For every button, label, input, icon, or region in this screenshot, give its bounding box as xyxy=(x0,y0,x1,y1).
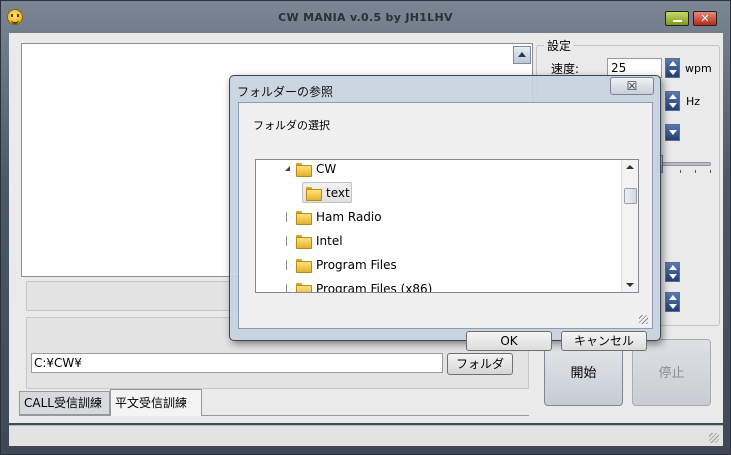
tree-scrollbar[interactable] xyxy=(621,160,638,292)
dialog-description: フォルダの選択 xyxy=(253,119,330,132)
window-title: CW MANIA v.0.5 by JH1LHV xyxy=(278,11,453,24)
scroll-up-icon[interactable] xyxy=(626,165,634,169)
dropdown-arrow-icon[interactable] xyxy=(665,124,680,141)
speed-unit-label: wpm xyxy=(685,62,712,75)
scroll-up-arrow-icon[interactable] xyxy=(513,46,531,64)
slider-tick xyxy=(710,170,711,173)
minimize-button[interactable] xyxy=(665,11,689,26)
main-window: CW MANIA v.0.5 by JH1LHV ✕ C:¥CW¥ フォルダ C… xyxy=(0,0,731,455)
tree-item-cw[interactable]: CW xyxy=(256,160,616,179)
folder-icon xyxy=(296,258,312,273)
collapsed-arrow-icon[interactable] xyxy=(286,284,294,292)
folder-button[interactable]: フォルダ xyxy=(447,353,513,375)
tree-item-label: CW xyxy=(316,162,337,176)
setting-spinner-4[interactable] xyxy=(665,292,680,312)
tree-item-label: Program Files xyxy=(316,258,397,272)
tree-item-text[interactable]: text xyxy=(256,183,616,203)
setting-spinner-3[interactable] xyxy=(665,262,680,282)
folder-icon xyxy=(296,282,312,292)
title-bar[interactable]: CW MANIA v.0.5 by JH1LHV ✕ xyxy=(1,1,730,33)
dialog-title: フォルダーの参照 xyxy=(237,85,334,99)
tree-item-label: Ham Radio xyxy=(316,210,382,224)
expanded-arrow-icon[interactable] xyxy=(284,165,292,173)
speed-spinner[interactable] xyxy=(665,58,680,78)
tab-plain-text-training[interactable]: 平文受信訓練 xyxy=(110,389,202,416)
tree-item-intel[interactable]: Intel xyxy=(256,231,616,251)
volume-slider-track[interactable] xyxy=(661,162,711,166)
dialog-resize-grip-icon[interactable] xyxy=(639,315,648,324)
folder-tree[interactable]: CW text Ham Radio Intel Program Files Pr… xyxy=(255,159,639,293)
tree-item-program-files-x86[interactable]: Program Files (x86) xyxy=(256,279,616,293)
browse-folder-dialog: フォルダーの参照 ☒ フォルダの選択 CW text Ham Radio Int… xyxy=(229,75,661,351)
folder-path-input[interactable]: C:¥CW¥ xyxy=(31,353,443,373)
folder-icon xyxy=(296,210,312,225)
collapsed-arrow-icon[interactable] xyxy=(286,212,294,222)
slider-tick xyxy=(695,170,696,173)
dialog-body: フォルダの選択 CW text Ham Radio Intel Program … xyxy=(238,102,653,351)
tree-item-program-files[interactable]: Program Files xyxy=(256,255,616,275)
status-bar xyxy=(9,425,723,446)
slider-tick xyxy=(680,170,681,173)
tab-call-training[interactable]: CALL受信訓練 xyxy=(19,391,110,415)
tree-item-label: Program Files (x86) xyxy=(316,282,433,293)
tab-divider xyxy=(19,415,529,416)
scroll-thumb[interactable] xyxy=(624,188,637,204)
folder-icon xyxy=(296,162,312,177)
collapsed-arrow-icon[interactable] xyxy=(286,236,294,246)
tree-item-ham-radio[interactable]: Ham Radio xyxy=(256,207,616,227)
folder-icon xyxy=(306,186,322,201)
dialog-close-button[interactable]: ☒ xyxy=(610,77,654,95)
resize-grip-icon[interactable] xyxy=(709,433,719,443)
collapsed-arrow-icon[interactable] xyxy=(286,260,294,270)
tree-item-label: text xyxy=(326,186,350,200)
scroll-down-icon[interactable] xyxy=(626,283,634,287)
frequency-unit-label: Hz xyxy=(686,95,701,108)
cancel-button[interactable]: キャンセル xyxy=(561,331,647,351)
tree-item-label: Intel xyxy=(316,234,343,248)
frequency-spinner[interactable] xyxy=(665,91,680,111)
close-button[interactable]: ✕ xyxy=(693,11,717,26)
ok-button[interactable]: OK xyxy=(466,331,552,351)
settings-group-label: 設定 xyxy=(544,37,575,54)
folder-icon xyxy=(296,234,312,249)
